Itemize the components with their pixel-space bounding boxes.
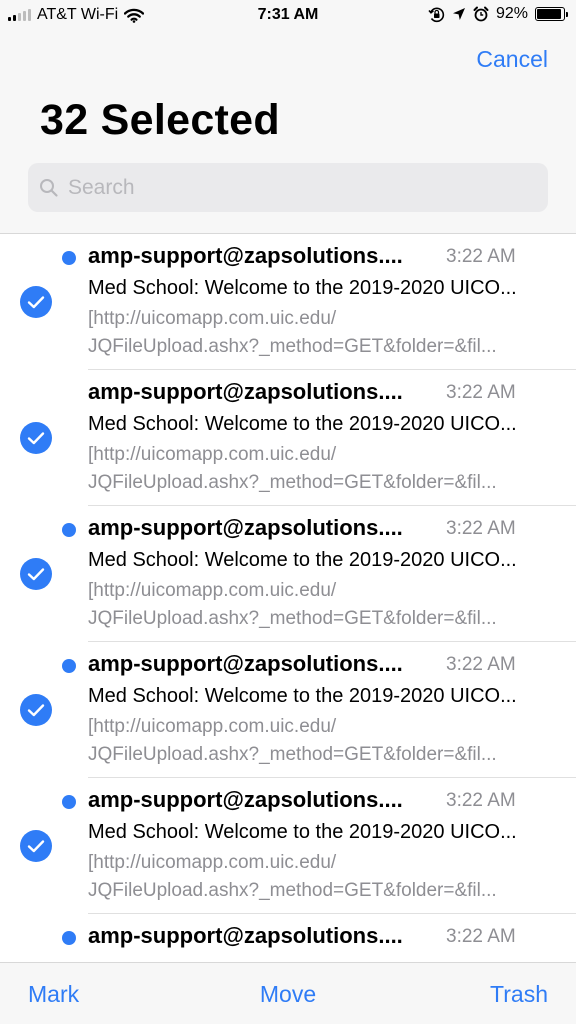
message-preview: [http://uicomapp.com.uic.edu/JQFileUploa… [88,441,550,497]
message-row[interactable]: amp-support@zapsolutions.... 3:22 AM Med S… [0,642,576,778]
search-bar[interactable] [28,163,548,212]
checkmark-icon[interactable] [20,286,52,318]
message-sender: amp-support@zapsolutions.... [88,515,403,540]
preview-line: JQFileUpload.ashx?_method=GET&folder=&fi… [88,336,497,357]
message-list: amp-support@zapsolutions.... 3:22 AM Med S… [0,234,576,962]
message-row[interactable]: amp-support@zapsolutions.... 3:22 AM Med S… [0,778,576,914]
unread-dot-icon [62,795,76,809]
message-subject: Med School: Welcome to the 2019-2020 UIC… [88,277,517,299]
message-row[interactable]: amp-support@zapsolutions.... 3:22 AM Med S… [0,234,576,370]
preview-line: [http://uicomapp.com.uic.edu/ [88,852,337,873]
header: Cancel 32 Selected [0,30,576,234]
preview-line: [http://uicomapp.com.uic.edu/ [88,580,337,601]
message-preview: [http://uicomapp.com.uic.edu/JQFileUploa… [88,849,550,905]
message-preview: [http://uicomapp.com.uic.edu/JQFileUploa… [88,577,550,633]
battery-icon [535,7,568,21]
message-row[interactable]: amp-support@zapsolutions.... 3:22 AM Med S… [0,506,576,642]
preview-line: [http://uicomapp.com.uic.edu/ [88,444,337,465]
page-title: 32 Selected [40,96,280,144]
search-icon [40,179,58,197]
cancel-button[interactable]: Cancel [476,46,548,73]
checkmark-icon[interactable] [20,558,52,590]
checkmark-icon[interactable] [20,830,52,862]
message-sender: amp-support@zapsolutions.... [88,651,403,676]
message-time: 3:22 AM [446,382,516,403]
message-row[interactable]: amp-support@zapsolutions.... 3:22 AM Med S… [0,370,576,506]
message-preview: [http://uicomapp.com.uic.edu/JQFileUploa… [88,713,550,769]
checkmark-icon[interactable] [20,422,52,454]
message-sender: amp-support@zapsolutions.... [88,243,403,268]
message-time: 3:22 AM [446,790,516,811]
alarm-icon [473,6,489,22]
status-bar: AT&T Wi-Fi 7:31 AM 92% [0,0,576,30]
preview-line: [http://uicomapp.com.uic.edu/ [88,716,337,737]
bottom-toolbar: Mark Move Trash [0,962,576,1024]
battery-fill [537,9,561,19]
status-right: 92% [428,5,568,23]
orientation-lock-icon [428,7,445,22]
message-time: 3:22 AM [446,654,516,675]
message-subject: Med School: Welcome to the 2019-2020 UIC… [88,549,517,571]
preview-line: JQFileUpload.ashx?_method=GET&folder=&fi… [88,744,497,765]
message-sender: amp-support@zapsolutions.... [88,923,403,948]
unread-dot-icon [62,251,76,265]
unread-dot-icon [62,931,76,945]
location-icon [452,8,465,20]
message-subject: Med School: Welcome to the 2019-2020 UIC… [88,685,517,707]
message-sender: amp-support@zapsolutions.... [88,379,403,404]
message-row[interactable]: amp-support@zapsolutions.... 3:22 AM [0,914,576,962]
preview-line: [http://uicomapp.com.uic.edu/ [88,308,337,329]
battery-percent: 92% [495,5,528,22]
unread-dot-icon [62,523,76,537]
search-input[interactable] [68,163,528,212]
message-time: 3:22 AM [446,246,516,267]
message-preview: [http://uicomapp.com.uic.edu/JQFileUploa… [88,305,550,361]
checkmark-icon[interactable] [20,694,52,726]
preview-line: JQFileUpload.ashx?_method=GET&folder=&fi… [88,472,497,493]
unread-dot-icon [62,659,76,673]
message-time: 3:22 AM [446,518,516,539]
message-subject: Med School: Welcome to the 2019-2020 UIC… [88,413,517,435]
message-time: 3:22 AM [446,926,516,947]
trash-button[interactable]: Trash [490,981,548,1008]
preview-line: JQFileUpload.ashx?_method=GET&folder=&fi… [88,608,497,629]
message-sender: amp-support@zapsolutions.... [88,787,403,812]
preview-line: JQFileUpload.ashx?_method=GET&folder=&fi… [88,880,497,901]
message-subject: Med School: Welcome to the 2019-2020 UIC… [88,821,517,843]
